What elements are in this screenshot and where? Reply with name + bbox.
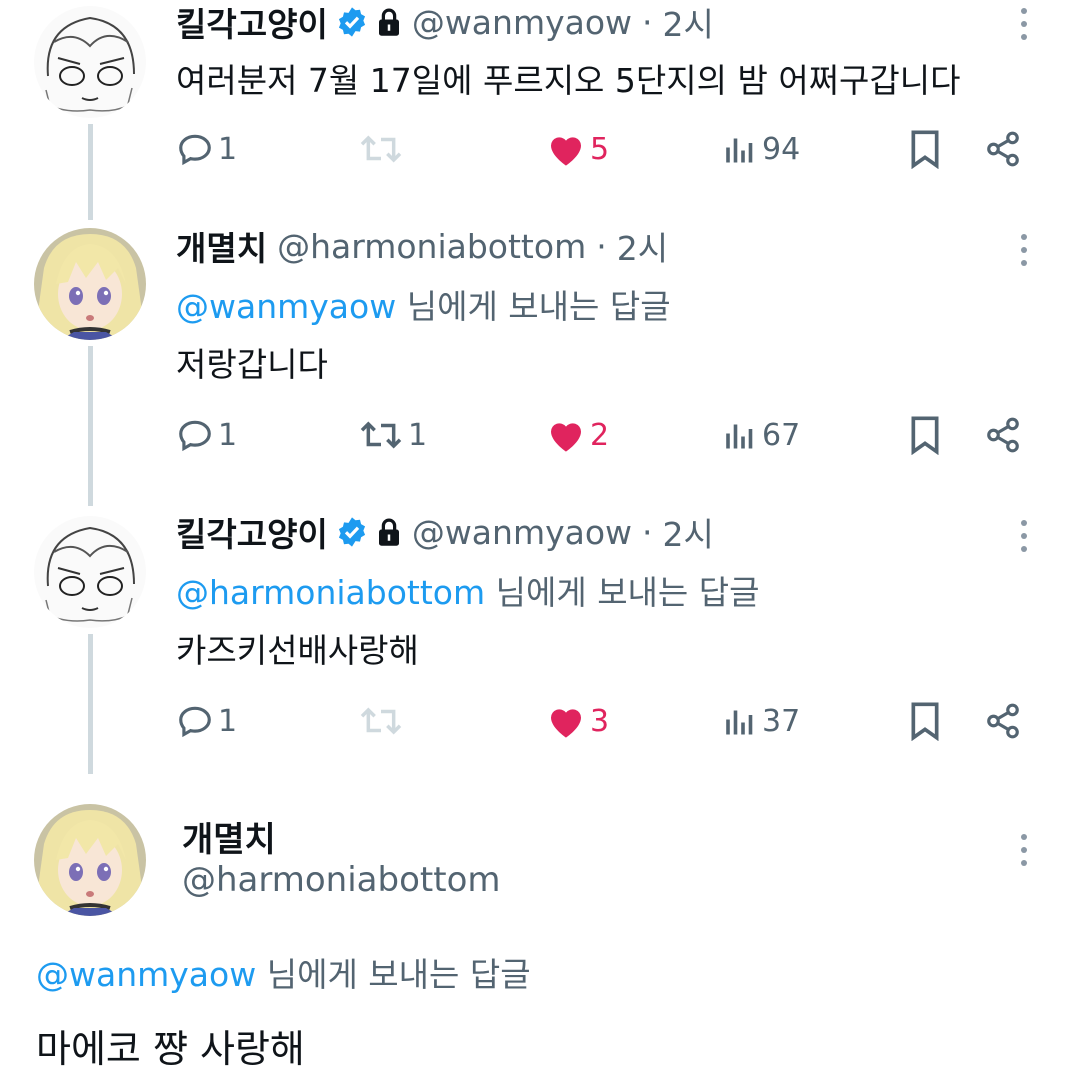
reply-context: @wanmyaow 님에게 보내는 답글: [36, 948, 531, 996]
reply-count: 1: [218, 417, 238, 453]
action-bar: 1 3 37: [176, 696, 1036, 746]
more-dots-icon[interactable]: [1014, 830, 1034, 870]
more-dots-icon[interactable]: [1014, 516, 1034, 556]
tweet-text: 여러분저 7월 17일에 푸르지오 5단지의 밤 어쩌구갑니다: [176, 61, 961, 100]
heart-icon: [551, 709, 581, 738]
bookmark-icon: [911, 130, 939, 169]
view-count: 94: [762, 131, 801, 167]
author-name[interactable]: 개멸치: [182, 812, 276, 861]
reply-count: 1: [218, 131, 238, 167]
separator-dot: ·: [642, 512, 653, 552]
more-dots-icon[interactable]: [1014, 4, 1034, 44]
tweet-text: 저랑갑니다: [176, 345, 328, 384]
author-handle[interactable]: @wanmyaow: [412, 3, 632, 42]
verified-badge-icon: [338, 517, 365, 547]
heart-icon: [551, 423, 581, 452]
like-count: 5: [590, 131, 610, 167]
reply-icon: [179, 420, 211, 452]
reply-button[interactable]: 1: [176, 410, 237, 460]
like-button[interactable]: 5: [546, 124, 609, 174]
retweet-icon: [360, 707, 402, 735]
retweet-count: 1: [408, 417, 428, 453]
reply-icon: [179, 134, 211, 166]
retweet-button[interactable]: [358, 696, 408, 746]
more-dots-icon[interactable]: [1014, 230, 1034, 270]
bookmark-button[interactable]: [908, 124, 942, 174]
anime-avatar-icon[interactable]: [34, 804, 146, 916]
retweet-button[interactable]: [358, 124, 408, 174]
reply-note: 님에게 보내는 답글: [406, 287, 671, 326]
author-handle[interactable]: @harmoniabottom: [277, 227, 586, 266]
tweet-text: 카즈키선배사랑해: [176, 631, 419, 670]
views-button[interactable]: 67: [722, 410, 800, 460]
lock-icon: [378, 8, 399, 36]
retweet-icon: [360, 135, 402, 163]
views-button[interactable]: 94: [722, 124, 800, 174]
like-button[interactable]: 3: [546, 696, 609, 746]
author-handle[interactable]: @harmoniabottom: [182, 860, 500, 900]
reply-note: 님에게 보내는 답글: [266, 955, 531, 994]
bookmark-button[interactable]: [908, 410, 942, 460]
separator-dot: ·: [642, 2, 653, 42]
sketch-avatar-icon[interactable]: [34, 6, 146, 118]
reply-context: @harmoniabottom 님에게 보내는 답글: [176, 566, 760, 614]
view-count: 67: [762, 417, 801, 453]
mention-link[interactable]: @harmoniabottom: [176, 573, 485, 612]
reply-button[interactable]: 1: [176, 696, 237, 746]
anime-avatar-icon[interactable]: [34, 228, 146, 340]
share-icon: [987, 703, 1019, 739]
lock-icon: [378, 518, 399, 546]
like-count: 2: [590, 417, 610, 453]
tweet-text: 마에코 쨩 사랑해: [36, 1027, 305, 1071]
view-count: 37: [762, 703, 801, 739]
views-icon: [726, 138, 753, 163]
timestamp[interactable]: 2시: [663, 0, 714, 46]
heart-icon: [551, 137, 581, 166]
bookmark-button[interactable]: [908, 696, 942, 746]
verified-badge-icon: [338, 7, 365, 37]
mention-link[interactable]: @wanmyaow: [36, 955, 256, 994]
retweet-icon: [360, 421, 402, 449]
views-icon: [726, 424, 753, 449]
timestamp[interactable]: 2시: [663, 508, 714, 556]
like-button[interactable]: 2: [546, 410, 609, 460]
separator-dot: ·: [596, 226, 607, 266]
bookmark-icon: [911, 416, 939, 455]
thread-line-2: [88, 346, 93, 506]
like-count: 3: [590, 703, 610, 739]
share-icon: [987, 131, 1019, 167]
retweet-button[interactable]: 1: [358, 410, 427, 460]
mention-link[interactable]: @wanmyaow: [176, 287, 396, 326]
views-button[interactable]: 37: [722, 696, 800, 746]
share-button[interactable]: [984, 696, 1022, 746]
share-button[interactable]: [984, 124, 1022, 174]
reply-context: @wanmyaow 님에게 보내는 답글: [176, 280, 671, 328]
author-handle[interactable]: @wanmyaow: [412, 513, 632, 552]
reply-count: 1: [218, 703, 238, 739]
sketch-avatar-icon[interactable]: [34, 516, 146, 628]
thread-line-3: [88, 634, 93, 774]
bookmark-icon: [911, 702, 939, 741]
author-name[interactable]: 개멸치: [176, 222, 267, 270]
action-bar: 1 5 94: [176, 124, 1036, 174]
thread-line-1: [88, 124, 93, 220]
reply-note: 님에게 보내는 답글: [495, 573, 760, 612]
author-name[interactable]: 킬각고양이: [176, 508, 328, 556]
views-icon: [726, 710, 753, 735]
action-bar: 1 1 2 67: [176, 410, 1036, 460]
reply-icon: [179, 706, 211, 738]
timestamp[interactable]: 2시: [617, 222, 668, 270]
share-button[interactable]: [984, 410, 1022, 460]
share-icon: [987, 417, 1019, 453]
reply-button[interactable]: 1: [176, 124, 237, 174]
author-name[interactable]: 킬각고양이: [176, 0, 328, 46]
